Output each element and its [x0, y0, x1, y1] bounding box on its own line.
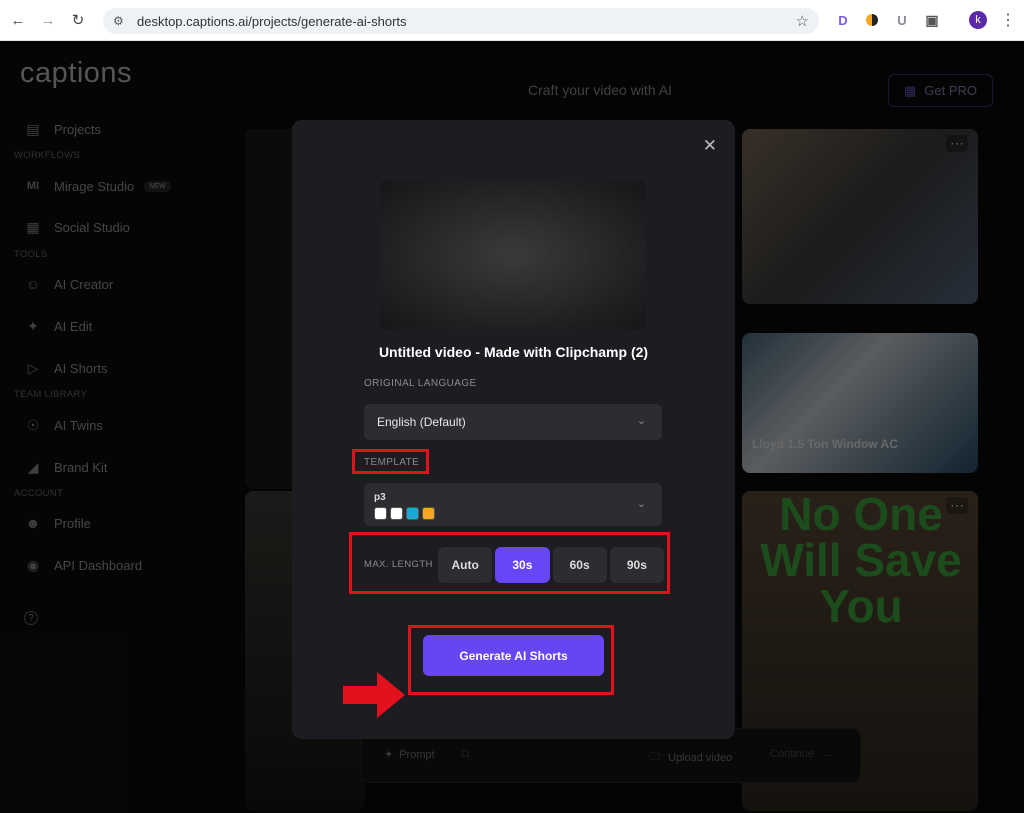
- arrow-right-icon: →: [822, 748, 834, 760]
- profile-avatar[interactable]: k: [969, 11, 987, 29]
- grid-icon: ▦: [903, 82, 917, 98]
- address-bar[interactable]: ⚙ desktop.captions.ai/projects/generate-…: [103, 8, 819, 34]
- highlight-box-template: [352, 449, 429, 474]
- help-button[interactable]: ?: [24, 611, 50, 625]
- sidebar-item-api-dashboard[interactable]: ◉ API Dashboard: [24, 556, 142, 574]
- sidebar-item-ai-twins[interactable]: ☉ AI Twins: [24, 416, 103, 434]
- sidebar-item-ai-shorts[interactable]: ▷ AI Shorts: [24, 359, 108, 377]
- palette-icon: ◢: [27, 459, 39, 475]
- projects-icon: ▤: [26, 121, 40, 137]
- extension-circle-icon[interactable]: [862, 10, 882, 30]
- project-card[interactable]: ⋯: [742, 129, 978, 304]
- sidebar-item-social-studio[interactable]: ▦ Social Studio: [24, 218, 130, 236]
- sidebar-item-label: Projects: [54, 121, 101, 137]
- card-overlay-text: No One Will Save You: [760, 491, 962, 632]
- browser-menu-icon[interactable]: ⋮: [1000, 10, 1016, 30]
- folder-plus-icon: 🗀: [649, 751, 660, 763]
- sparkle-icon: ✦: [384, 749, 394, 761]
- original-language-label: ORIGINAL LANGUAGE: [364, 378, 477, 389]
- browser-toolbar: ← → ↻ ⚙ desktop.captions.ai/projects/gen…: [0, 0, 1024, 41]
- section-tools: TOOLS: [14, 249, 48, 260]
- template-select[interactable]: p3 ⌄: [364, 483, 662, 526]
- mirage-icon: MI: [26, 180, 40, 192]
- reload-icon[interactable]: ↻: [66, 8, 90, 32]
- color-swatch: [390, 507, 403, 520]
- color-swatch: [374, 507, 387, 520]
- play-icon: ▷: [27, 360, 39, 376]
- sidebar: captions ▤ Projects WORKFLOWS MI Mirage …: [0, 41, 210, 813]
- sparkle-icon: ✦: [27, 318, 39, 334]
- captions-logo: captions: [20, 57, 133, 89]
- sidebar-item-label: Social Studio: [54, 219, 130, 235]
- sidebar-item-mirage-studio[interactable]: MI Mirage Studio NEW: [24, 177, 171, 195]
- sidebar-item-brand-kit[interactable]: ◢ Brand Kit: [24, 458, 108, 476]
- chevron-down-icon: ⌄: [636, 415, 646, 427]
- sidebar-item-label: API Dashboard: [54, 557, 143, 573]
- continue-label: Continue: [770, 748, 815, 760]
- card-title: Lloyd 1.5 Ton Window AC: [752, 437, 898, 451]
- extensions-puzzle-icon[interactable]: ▣: [922, 10, 942, 30]
- project-card[interactable]: Lloyd 1.5 Ton Window AC 5 Ads: [742, 333, 978, 473]
- highlight-box-generate: [408, 625, 614, 695]
- more-options-icon[interactable]: ⋯: [946, 135, 968, 152]
- sidebar-item-label: AI Edit: [54, 318, 93, 334]
- get-pro-button[interactable]: ▦ Get PRO: [888, 74, 993, 107]
- app-root: captions ▤ Projects WORKFLOWS MI Mirage …: [0, 41, 1024, 813]
- more-options-icon[interactable]: ⋯: [946, 497, 968, 514]
- card-subtitle: 5 Ads: [752, 455, 778, 466]
- api-icon: ◉: [26, 557, 40, 573]
- calendar-icon: ▦: [26, 219, 40, 235]
- new-badge: NEW: [144, 180, 171, 192]
- sidebar-item-label: AI Shorts: [54, 360, 108, 376]
- red-arrow-icon: [343, 672, 405, 718]
- forward-icon[interactable]: →: [36, 8, 60, 32]
- get-pro-label: Get PRO: [924, 83, 978, 98]
- video-title: Untitled video - Made with Clipchamp (2): [378, 344, 649, 360]
- sidebar-item-profile[interactable]: ☻ Profile: [24, 514, 91, 532]
- sidebar-item-label: Mirage Studio: [54, 178, 135, 194]
- language-select[interactable]: English (Default) ⌄: [364, 404, 662, 440]
- upload-label: Upload video: [668, 751, 733, 764]
- color-swatch: [406, 507, 419, 520]
- section-account: ACCOUNT: [14, 488, 64, 499]
- prompt-label: Prompt: [399, 748, 435, 761]
- sidebar-item-ai-edit[interactable]: ✦ AI Edit: [24, 317, 92, 335]
- upload-video-button[interactable]: 🗀 Upload video: [649, 748, 732, 767]
- section-workflows: WORKFLOWS: [14, 150, 81, 161]
- chevron-down-icon: ⌄: [636, 498, 646, 510]
- section-team-library: TEAM LIBRARY: [14, 389, 88, 400]
- extension-u-icon[interactable]: U: [892, 10, 912, 30]
- close-icon[interactable]: ✕: [703, 136, 717, 156]
- language-value: English (Default): [377, 415, 466, 429]
- bookmark-star-icon[interactable]: ☆: [796, 12, 809, 30]
- sidebar-item-ai-creator[interactable]: ☺ AI Creator: [24, 275, 113, 293]
- profile-icon: ☻: [25, 515, 41, 531]
- person-circle-icon: ☺: [25, 276, 41, 292]
- continue-button[interactable]: Continue →: [770, 748, 833, 760]
- sidebar-item-projects[interactable]: ▤ Projects: [24, 120, 101, 138]
- prompt-button[interactable]: ✦ Prompt: [384, 748, 435, 762]
- attach-icon[interactable]: □: [462, 748, 469, 760]
- site-settings-icon[interactable]: ⚙: [113, 14, 127, 28]
- sidebar-item-label: Profile: [54, 515, 91, 531]
- help-icon: ?: [24, 611, 38, 625]
- template-name: p3: [374, 492, 386, 503]
- page-title: Craft your video with AI: [528, 82, 672, 98]
- back-icon[interactable]: ←: [6, 8, 30, 32]
- sidebar-item-label: AI Twins: [54, 417, 103, 433]
- sidebar-item-label: AI Creator: [54, 276, 114, 292]
- url-text: desktop.captions.ai/projects/generate-ai…: [137, 13, 407, 29]
- template-swatches: [374, 507, 435, 520]
- highlight-box-max-length: [349, 532, 670, 594]
- extension-d-icon[interactable]: D: [833, 10, 853, 30]
- sidebar-item-label: Brand Kit: [54, 459, 108, 475]
- color-swatch: [422, 507, 435, 520]
- video-thumbnail: [380, 181, 646, 329]
- twin-icon: ☉: [26, 417, 40, 433]
